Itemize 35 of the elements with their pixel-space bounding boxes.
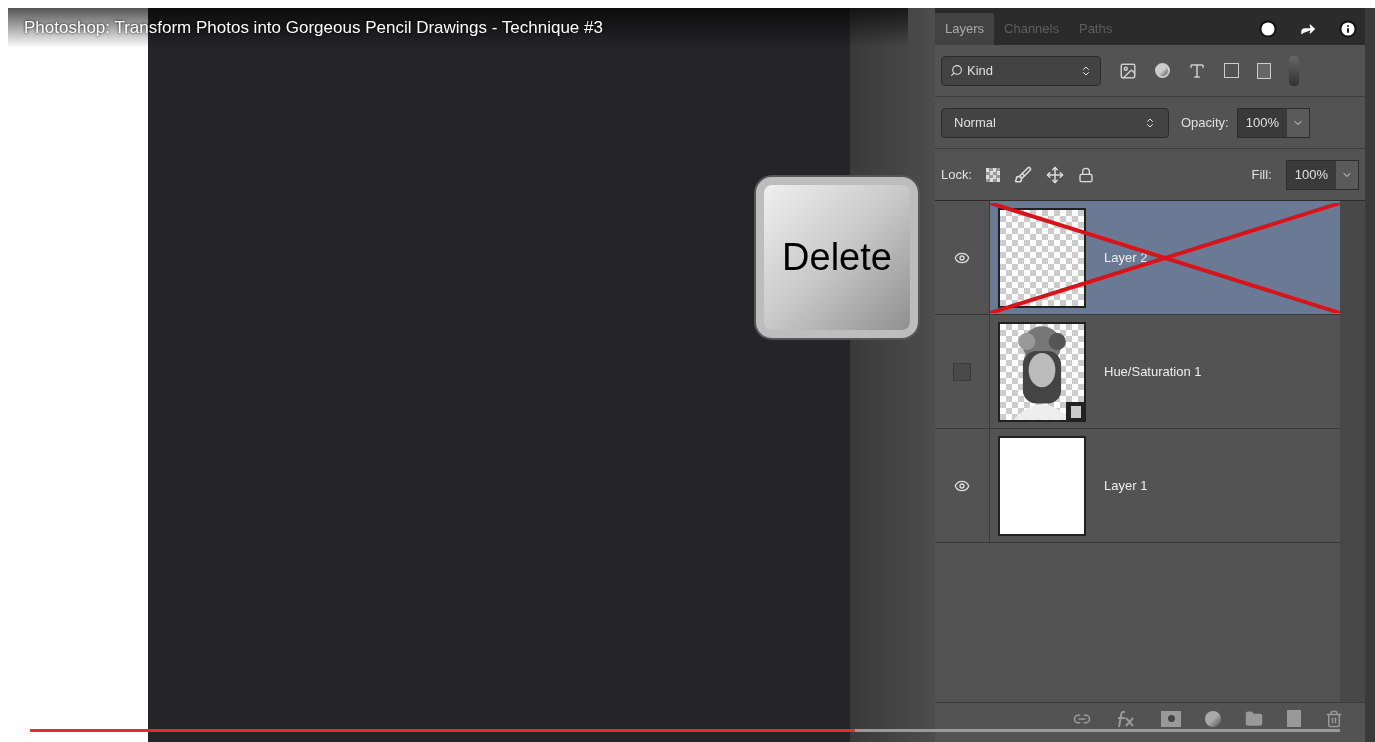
- panel-tab[interactable]: Layers: [935, 13, 995, 45]
- image-filter-icon[interactable]: [1119, 61, 1137, 80]
- fill-label: Fill:: [1251, 165, 1272, 184]
- mask-icon[interactable]: [1161, 710, 1181, 727]
- delete-key[interactable]: Delete: [754, 175, 920, 340]
- shape-filter-icon[interactable]: [1224, 63, 1239, 78]
- layer-name: Layer 2: [1104, 248, 1148, 267]
- brush-icon[interactable]: [1014, 165, 1033, 184]
- layer-name: Layer 1: [1104, 476, 1148, 495]
- trash-icon[interactable]: [1325, 709, 1343, 728]
- type-filter-icon[interactable]: [1188, 61, 1206, 80]
- opacity-label: Opacity:: [1181, 113, 1229, 132]
- layer-row[interactable]: Hue/Saturation 1: [935, 315, 1340, 429]
- fx-icon[interactable]: [1115, 709, 1137, 728]
- lock-transparency-icon[interactable]: [986, 167, 1001, 182]
- fill-field[interactable]: 100%: [1285, 159, 1359, 190]
- updown-icon: [1080, 64, 1092, 77]
- layer-row[interactable]: Layer 2: [935, 201, 1340, 315]
- filter-select[interactable]: Kind: [941, 55, 1101, 86]
- smart-object-icon: [1066, 401, 1086, 422]
- search-icon: [950, 64, 963, 77]
- adjustment-icon[interactable]: [1205, 710, 1221, 727]
- move-icon[interactable]: [1046, 165, 1065, 184]
- layer-name: Hue/Saturation 1: [1104, 362, 1202, 381]
- opacity-field[interactable]: 100%: [1236, 107, 1310, 138]
- smart-object-filter-icon[interactable]: [1257, 62, 1271, 79]
- lock-label: Lock:: [941, 165, 973, 184]
- layer-row[interactable]: Layer 1: [935, 429, 1340, 543]
- info-icon[interactable]: [1339, 20, 1357, 38]
- adjustment-filter-icon[interactable]: [1155, 63, 1170, 78]
- updown-icon: [1144, 116, 1156, 129]
- lock-icon[interactable]: [1078, 166, 1095, 183]
- blend-mode-select[interactable]: Normal: [941, 107, 1169, 138]
- filter-toggle[interactable]: [1289, 55, 1299, 86]
- folder-icon[interactable]: [1245, 709, 1263, 728]
